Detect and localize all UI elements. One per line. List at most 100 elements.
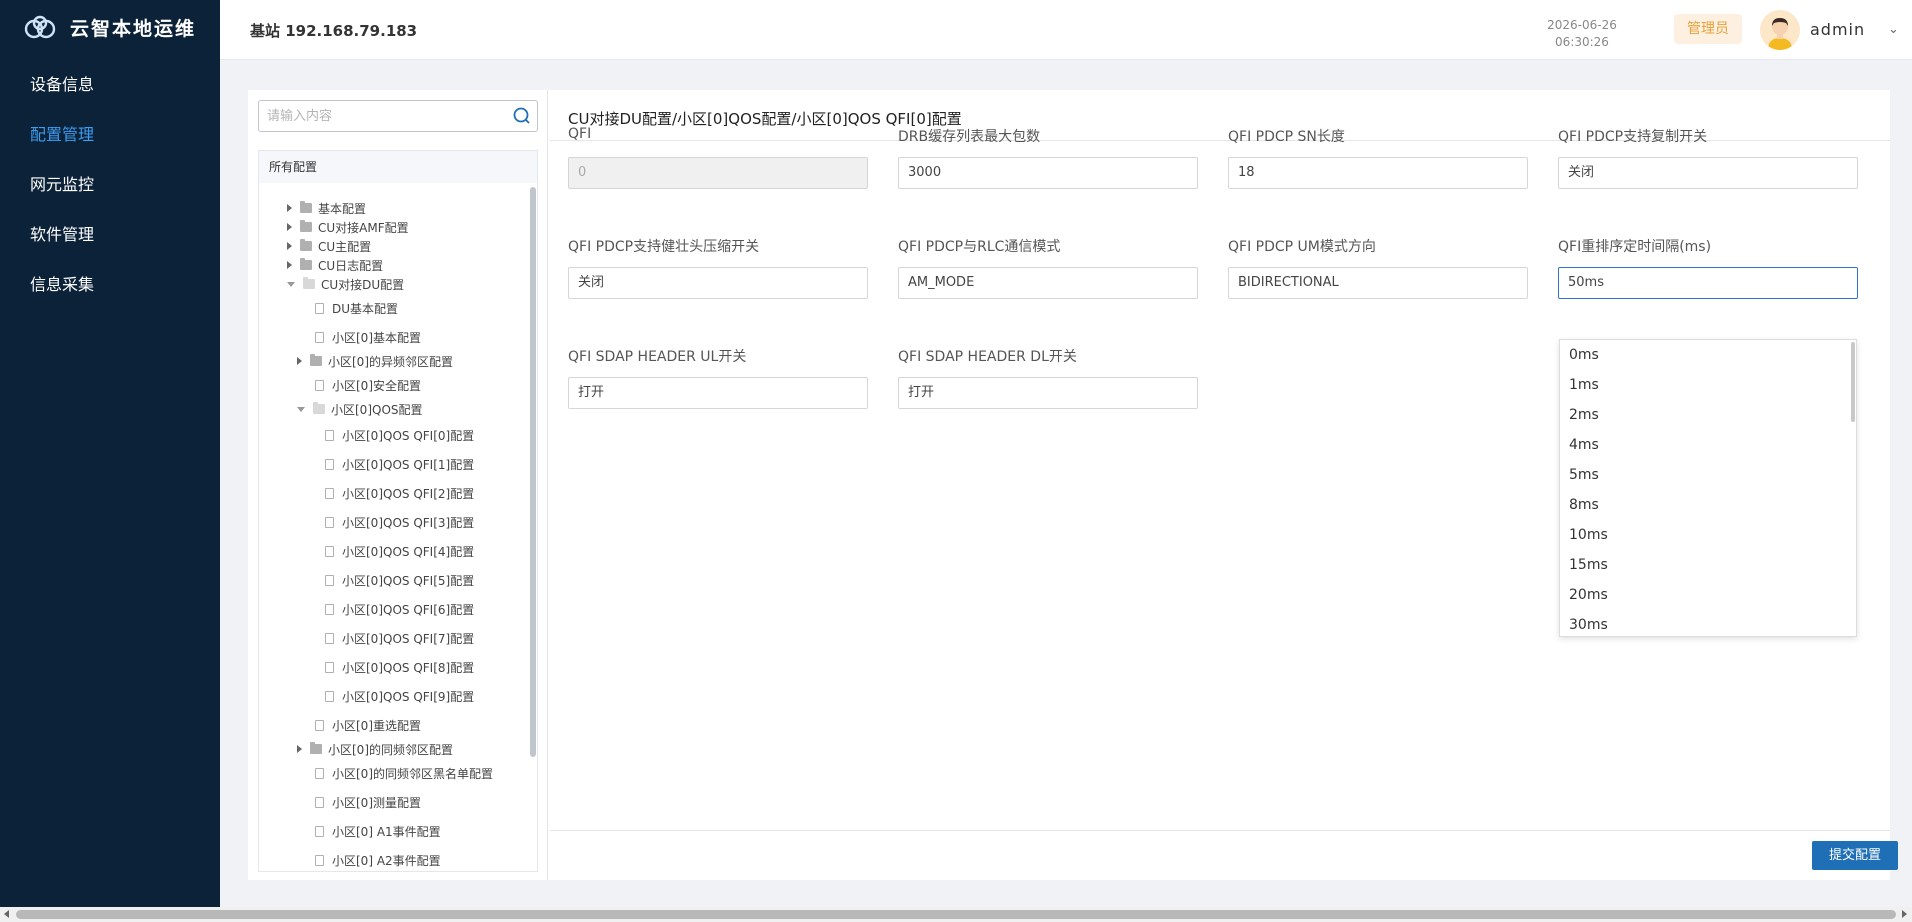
tree-node[interactable]: 小区[0]基本配置	[315, 328, 421, 346]
field-input[interactable]: 关闭	[568, 267, 868, 299]
tree-node[interactable]: 小区[0]QOS QFI[2]配置	[325, 484, 474, 502]
folder-icon	[300, 201, 312, 213]
caret-down-icon[interactable]	[287, 281, 295, 287]
tree-node[interactable]: 小区[0] A1事件配置	[315, 822, 441, 840]
dropdown-option[interactable]: 30ms	[1560, 610, 1856, 636]
search-input[interactable]	[259, 101, 504, 131]
file-icon	[325, 661, 334, 673]
sidebar: 云智本地运维 设备信息 配置管理 网元监控 软件管理 信息采集	[0, 0, 220, 922]
tree-node[interactable]: 小区[0]QOS QFI[5]配置	[325, 571, 474, 589]
scroll-left-icon[interactable]	[4, 910, 9, 918]
tree-node[interactable]: CU主配置	[287, 237, 371, 255]
file-icon	[325, 487, 334, 499]
tree-node[interactable]: 小区[0]QOS QFI[6]配置	[325, 600, 474, 618]
caret-down-icon[interactable]	[297, 406, 305, 412]
sidebar-item-1[interactable]: 配置管理	[0, 110, 220, 160]
field-input[interactable]: 关闭	[1558, 157, 1858, 189]
role-badge: 管理员	[1674, 14, 1742, 44]
tree-node[interactable]: 小区[0]QOS QFI[0]配置	[325, 426, 474, 444]
config-tree: 所有配置 基本配置 CU对接AMF配置 CU主配置 CU日志配置 CU对接DU配置 DU基…	[258, 150, 538, 872]
dropdown-option[interactable]: 20ms	[1560, 580, 1856, 610]
caret-right-icon[interactable]	[287, 204, 292, 212]
tree-node[interactable]: 小区[0]QOS QFI[3]配置	[325, 513, 474, 531]
tree-node[interactable]: 小区[0]QOS QFI[7]配置	[325, 629, 474, 647]
horizontal-scrollbar-thumb[interactable]	[16, 910, 1896, 919]
tree-node[interactable]: 小区[0]测量配置	[315, 793, 421, 811]
tree-node[interactable]: 小区[0]QOS配置	[297, 400, 423, 418]
tree-node-label: 基本配置	[318, 201, 367, 216]
tree-node-label: 小区[0]QOS QFI[5]配置	[342, 573, 475, 588]
file-icon	[325, 545, 334, 557]
username[interactable]: admin	[1810, 20, 1865, 39]
field-input[interactable]: 打开	[898, 377, 1198, 409]
cloud-logo-icon	[24, 15, 56, 39]
tree-node[interactable]: DU基本配置	[315, 299, 398, 317]
tree-node-label: 小区[0]QOS QFI[7]配置	[342, 631, 475, 646]
tree-node[interactable]: 小区[0]QOS QFI[8]配置	[325, 658, 474, 676]
tree-node[interactable]: 小区[0]QOS QFI[1]配置	[325, 455, 474, 473]
reorder-timer-select[interactable]: 50ms	[1558, 267, 1858, 299]
sidebar-item-4[interactable]: 信息采集	[0, 260, 220, 310]
tree-node[interactable]: 基本配置	[287, 199, 366, 217]
dropdown-option[interactable]: 4ms	[1560, 430, 1856, 460]
dropdown-option[interactable]: 5ms	[1560, 460, 1856, 490]
file-icon	[325, 458, 334, 470]
date-text: 2026-06-26	[1547, 18, 1617, 32]
tree-node[interactable]: CU对接DU配置	[287, 275, 404, 293]
tree-node[interactable]: 小区[0]安全配置	[315, 376, 421, 394]
folder-open-icon	[313, 402, 325, 414]
file-icon	[325, 603, 334, 615]
file-icon	[315, 331, 324, 343]
app-title: 云智本地运维	[70, 17, 197, 40]
field-input: 0	[568, 157, 868, 189]
field-input[interactable]: 18	[1228, 157, 1528, 189]
tree-scrollbar[interactable]	[530, 187, 536, 757]
tree-node-label: 小区[0] A1事件配置	[332, 824, 441, 839]
caret-right-icon[interactable]	[297, 357, 302, 365]
tree-node[interactable]: 小区[0]重选配置	[315, 716, 421, 734]
tree-root[interactable]: 所有配置	[259, 151, 537, 183]
tree-node-label: 小区[0]重选配置	[332, 718, 421, 733]
caret-right-icon[interactable]	[287, 242, 292, 250]
tree-node[interactable]: 小区[0]的异频邻区配置	[297, 352, 453, 370]
dropdown-scrollbar[interactable]	[1851, 342, 1855, 422]
caret-right-icon[interactable]	[297, 745, 302, 753]
tree-node[interactable]: CU对接AMF配置	[287, 218, 409, 236]
dropdown-option[interactable]: 8ms	[1560, 490, 1856, 520]
caret-right-icon[interactable]	[287, 223, 292, 231]
dropdown-option[interactable]: 15ms	[1560, 550, 1856, 580]
sidebar-item-2[interactable]: 网元监控	[0, 160, 220, 210]
file-icon	[325, 632, 334, 644]
field-input[interactable]: 3000	[898, 157, 1198, 189]
chevron-down-icon[interactable]: ⌄	[1888, 22, 1899, 37]
caret-right-icon[interactable]	[287, 261, 292, 269]
field-input[interactable]: AM_MODE	[898, 267, 1198, 299]
tree-node[interactable]: 小区[0]QOS QFI[9]配置	[325, 687, 474, 705]
sidebar-item-0[interactable]: 设备信息	[0, 60, 220, 110]
tree-node-label: 小区[0]QOS QFI[8]配置	[342, 660, 475, 675]
field-input[interactable]: 打开	[568, 377, 868, 409]
field-label: QFI PDCP支持健壮头压缩开关	[568, 239, 760, 255]
dropdown-option[interactable]: 0ms	[1560, 340, 1856, 370]
field-input[interactable]: BIDIRECTIONAL	[1228, 267, 1528, 299]
tree-node-label: 小区[0]QOS QFI[9]配置	[342, 689, 475, 704]
tree-node[interactable]: 小区[0]的同频邻区黑名单配置	[315, 764, 493, 782]
search-icon[interactable]	[512, 106, 532, 126]
submit-config-button[interactable]: 提交配置	[1812, 841, 1898, 870]
reorder-timer-dropdown[interactable]: 0ms 1ms 2ms 4ms 5ms 8ms 10ms 15ms 20ms 30ms	[1559, 339, 1857, 637]
dropdown-option[interactable]: 1ms	[1560, 370, 1856, 400]
scroll-right-icon[interactable]	[1902, 910, 1907, 918]
folder-icon	[300, 239, 312, 251]
time-text: 06:30:26	[1555, 35, 1609, 49]
datetime: 2026-06-26 06:30:26	[1542, 17, 1622, 51]
search-box[interactable]	[258, 100, 538, 132]
dropdown-option[interactable]: 10ms	[1560, 520, 1856, 550]
tree-node[interactable]: 小区[0]的同频邻区配置	[297, 740, 453, 758]
tree-node[interactable]: 小区[0] A2事件配置	[315, 851, 441, 869]
field-label: QFI SDAP HEADER DL开关	[898, 349, 1077, 365]
dropdown-option[interactable]: 2ms	[1560, 400, 1856, 430]
user-avatar-icon[interactable]	[1760, 10, 1800, 50]
tree-node[interactable]: 小区[0]QOS QFI[4]配置	[325, 542, 474, 560]
tree-node[interactable]: CU日志配置	[287, 256, 383, 274]
sidebar-item-3[interactable]: 软件管理	[0, 210, 220, 260]
